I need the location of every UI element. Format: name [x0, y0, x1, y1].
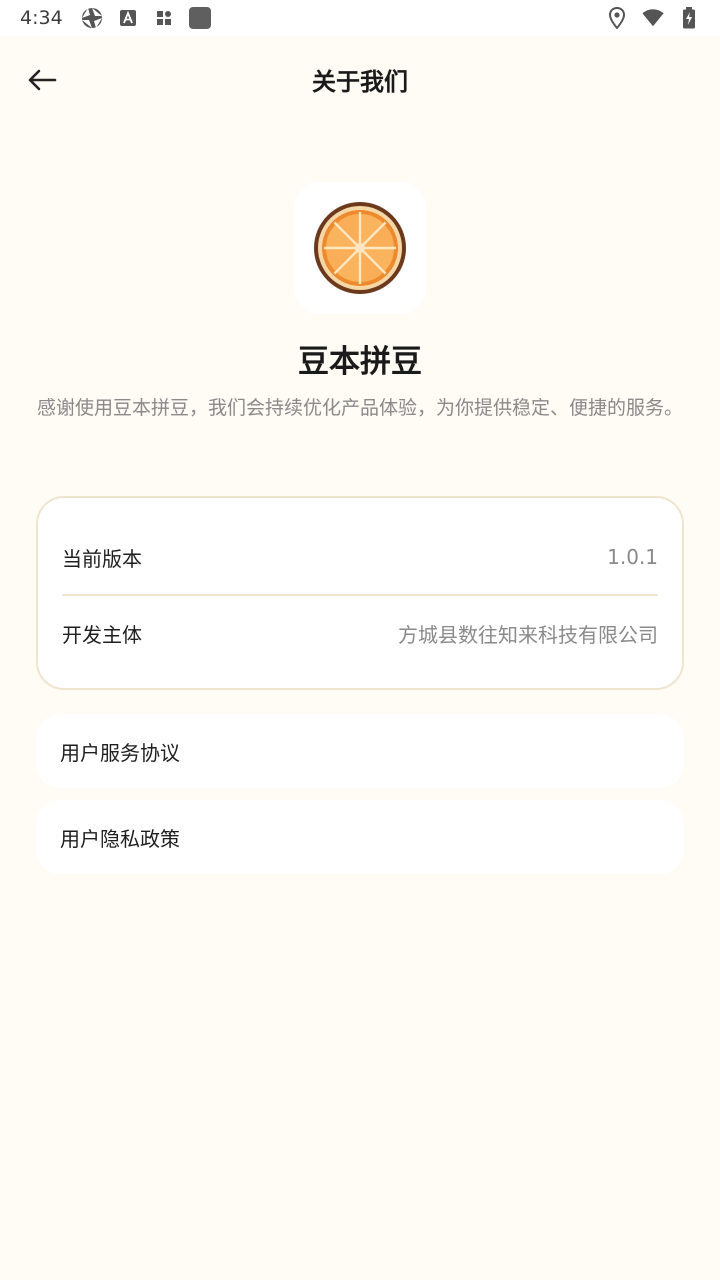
version-label: 当前版本	[62, 546, 142, 571]
version-value: 1.0.1	[607, 545, 658, 569]
page-title: 关于我们	[312, 67, 408, 96]
user-agreement-label: 用户服务协议	[60, 740, 180, 765]
app-header: 关于我们	[0, 36, 720, 122]
developer-label: 开发主体	[62, 622, 142, 647]
orange-slice-icon	[314, 202, 406, 294]
app-name: 豆本拼豆	[298, 344, 422, 380]
privacy-policy-link[interactable]: 用户隐私政策	[36, 800, 684, 874]
aperture-icon	[81, 7, 103, 29]
back-button[interactable]	[22, 60, 62, 100]
wifi-icon	[642, 7, 664, 29]
user-agreement-link[interactable]: 用户服务协议	[36, 714, 684, 788]
app-square-icon	[188, 7, 211, 29]
developer-value: 方城县数往知来科技有限公司	[398, 622, 658, 647]
app-description: 感谢使用豆本拼豆，我们会持续优化产品体验，为你提供稳定、便捷的服务。	[36, 397, 683, 419]
widgets-icon	[153, 7, 175, 29]
arrow-left-icon	[28, 69, 57, 91]
privacy-policy-label: 用户隐私政策	[60, 826, 180, 851]
developer-row: 开发主体 方城县数往知来科技有限公司	[62, 596, 658, 670]
info-card: 当前版本 1.0.1 开发主体 方城县数往知来科技有限公司	[36, 496, 684, 690]
status-right-icons	[606, 7, 700, 29]
status-time: 4:34	[20, 7, 63, 29]
battery-charging-icon	[678, 7, 700, 29]
status-bar: 4:34	[0, 0, 720, 36]
status-left-icons	[81, 7, 211, 29]
version-row: 当前版本 1.0.1	[62, 520, 658, 594]
app-icon	[294, 182, 426, 314]
font-a-icon	[117, 7, 139, 29]
location-icon	[606, 7, 628, 29]
